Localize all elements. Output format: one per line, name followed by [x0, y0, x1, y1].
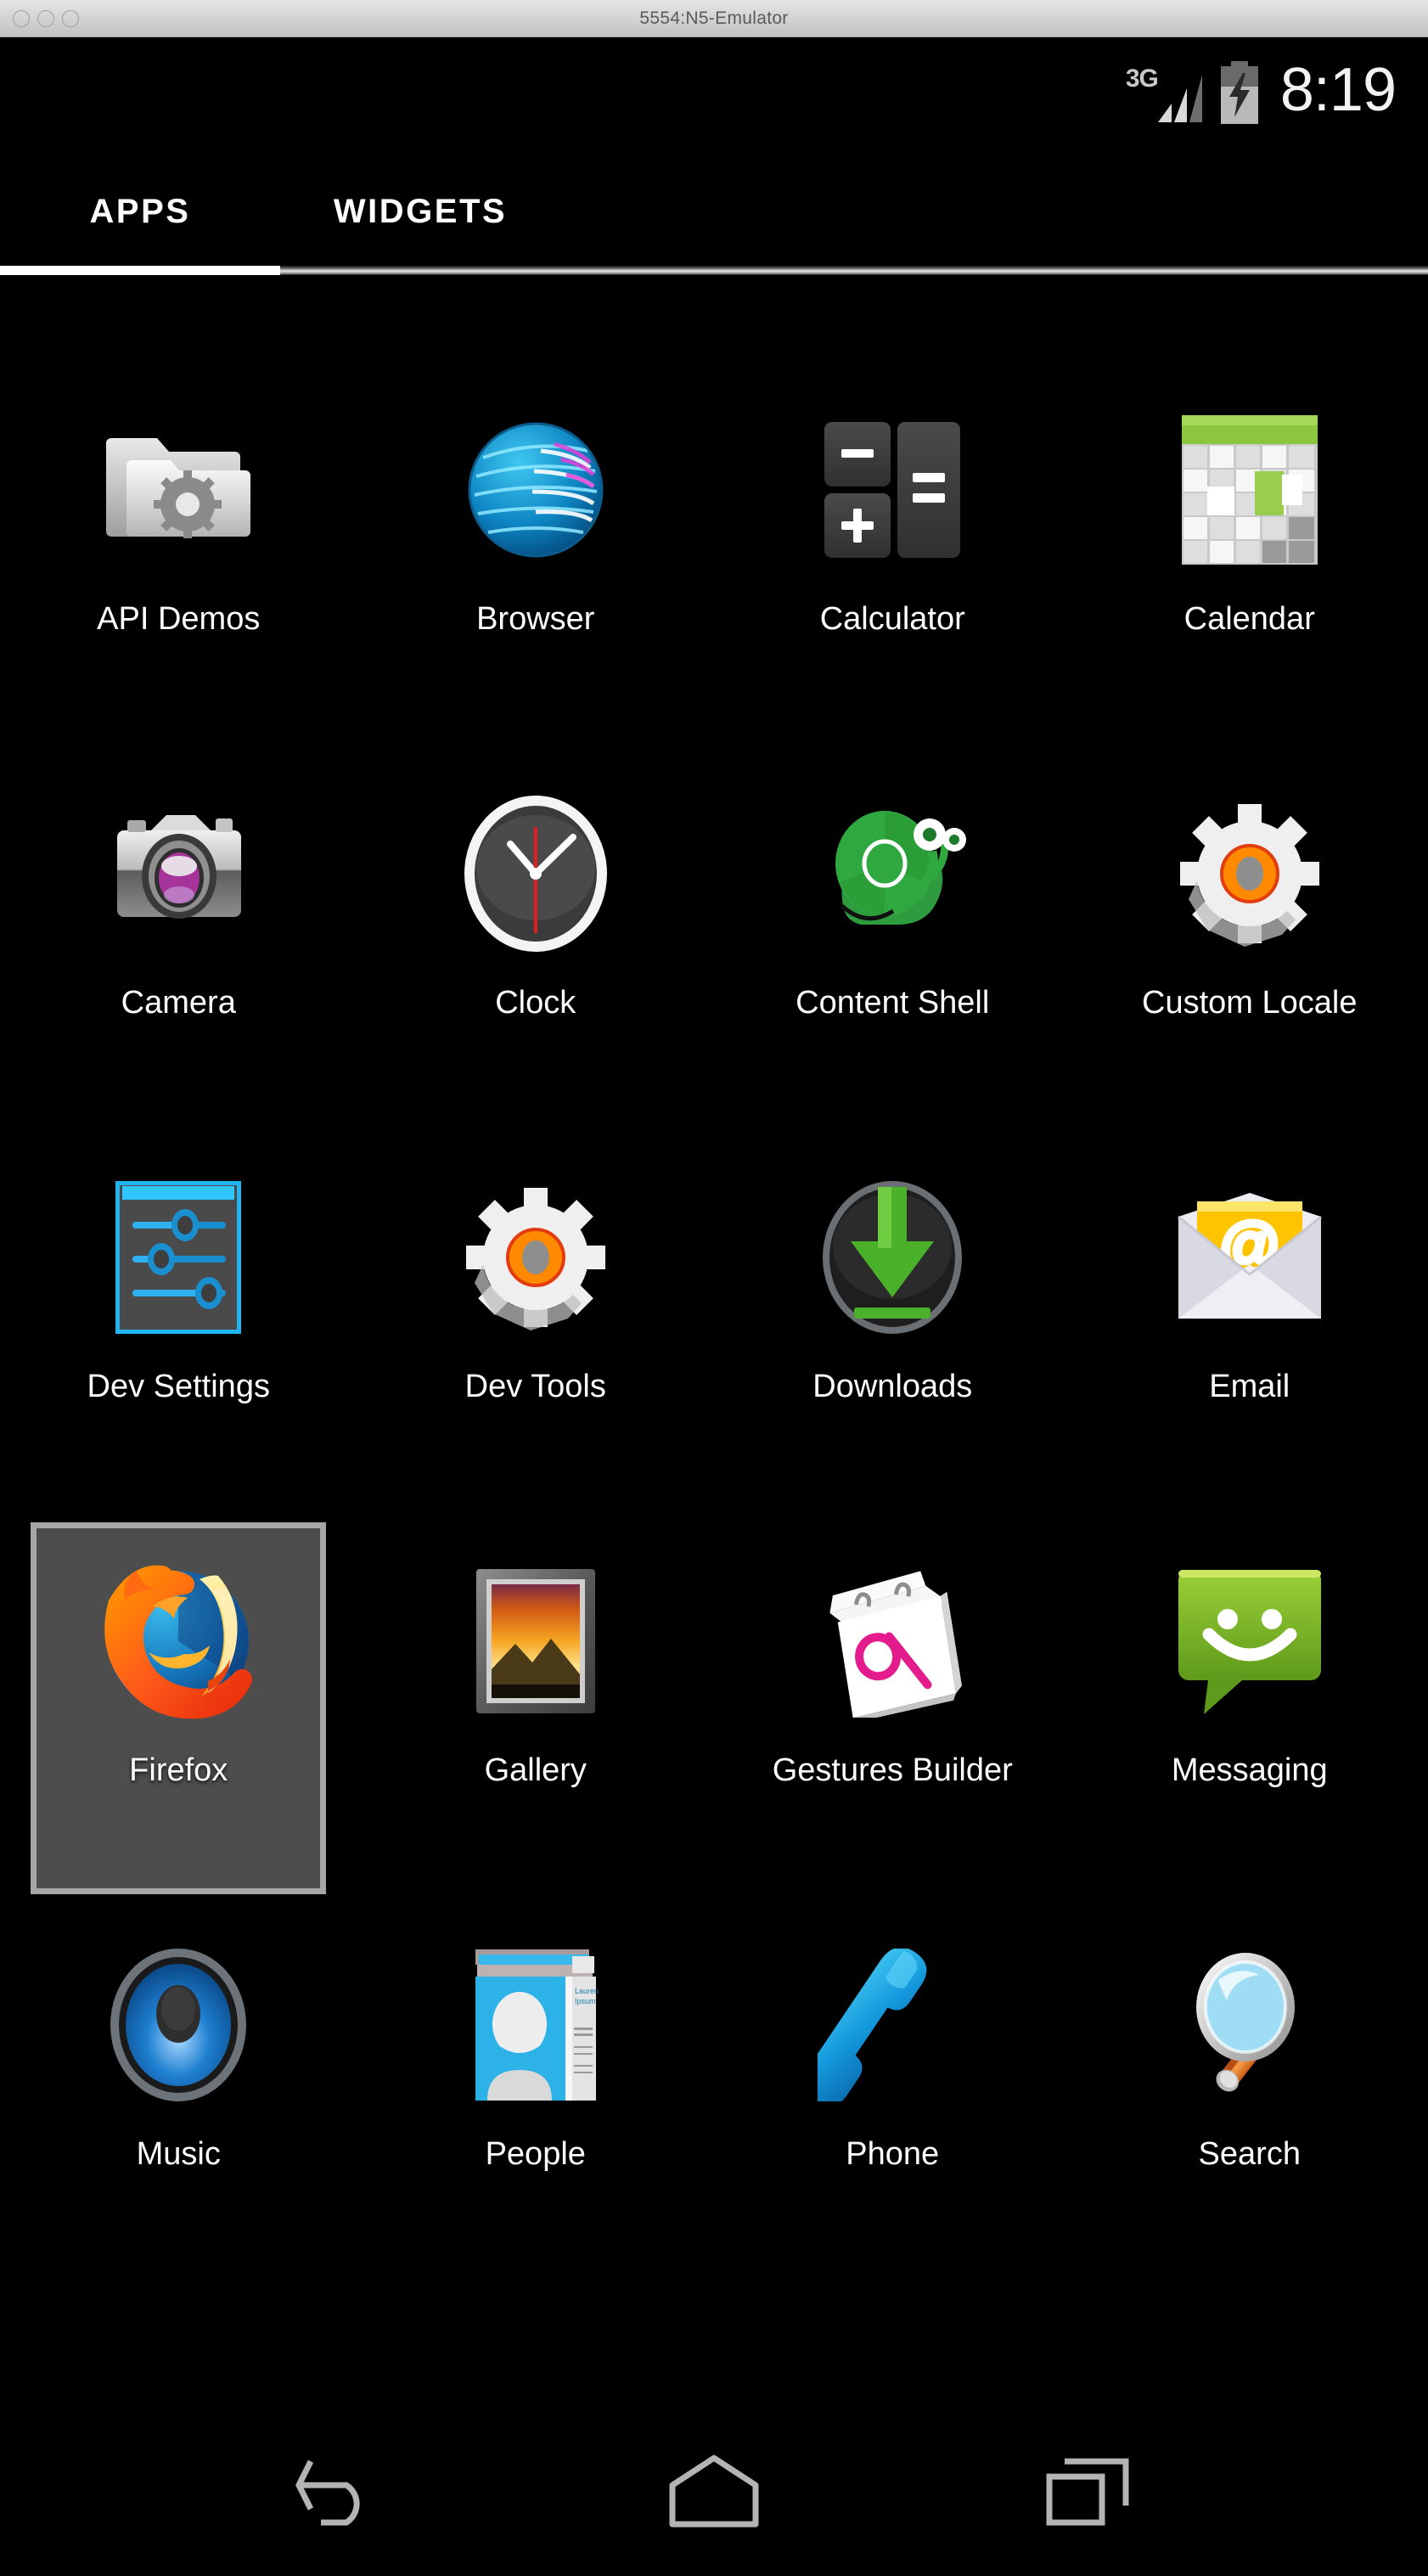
app-label: Clock: [495, 985, 576, 1021]
app-label: Gestures Builder: [772, 1752, 1013, 1788]
speech-bubble-smiley-icon: [1165, 1556, 1335, 1726]
app-cell-phone[interactable]: Phone: [714, 1916, 1071, 2300]
nav-recents-button[interactable]: [1012, 2444, 1165, 2538]
app-cell-calendar[interactable]: Calendar: [1071, 381, 1428, 765]
analog-clock-icon: [451, 789, 621, 959]
window-title: 5554:N5-Emulator: [639, 8, 789, 28]
handset-icon: [807, 1940, 977, 2110]
app-cell-messaging[interactable]: Messaging: [1071, 1533, 1428, 1916]
app-label: Custom Locale: [1142, 985, 1358, 1021]
calendar-grid-icon: [1165, 405, 1335, 575]
app-label: Browser: [476, 601, 595, 637]
app-cell-search[interactable]: Search: [1071, 1916, 1428, 2300]
network-type-label: 3G: [1125, 65, 1159, 93]
app-cell-custom-locale[interactable]: Custom Locale: [1071, 765, 1428, 1149]
app-label: Dev Tools: [464, 1369, 606, 1404]
window-titlebar: 5554:N5-Emulator: [0, 0, 1428, 37]
app-label: People: [485, 2136, 586, 2172]
magnifier-icon: [1165, 1940, 1335, 2110]
app-label: Content Shell: [796, 985, 990, 1021]
drawer-tabbar: APPS WIDGETS: [0, 148, 1428, 275]
app-cell-dev-tools[interactable]: Dev Tools: [357, 1149, 715, 1533]
app-label: Email: [1209, 1369, 1290, 1404]
calculator-keys-icon: [807, 405, 977, 575]
home-icon: [667, 2453, 761, 2529]
app-cell-dev-settings[interactable]: Dev Settings: [0, 1149, 357, 1533]
app-label: Camera: [121, 985, 236, 1021]
picture-frame-icon: [451, 1556, 621, 1726]
contact-name-line2: Ipsum: [575, 1997, 596, 2005]
app-cell-music[interactable]: Music: [0, 1916, 357, 2300]
battery-charging-icon: [1217, 61, 1262, 124]
firefox-icon: [93, 1556, 263, 1726]
app-label: Gallery: [484, 1752, 587, 1788]
app-cell-downloads[interactable]: Downloads: [714, 1149, 1071, 1533]
app-label: Music: [136, 2136, 221, 2172]
emulator-screen: 3G 8:19 APPS WIDGETS API Demos Browser C…: [0, 37, 1428, 2576]
gear-orange-icon: [451, 1173, 621, 1342]
app-cell-browser[interactable]: Browser: [357, 381, 715, 765]
app-cell-api-demos[interactable]: API Demos: [0, 381, 357, 765]
gear-orange-icon: [1165, 789, 1335, 959]
system-nav-bar: [0, 2406, 1428, 2576]
speaker-icon: [93, 1940, 263, 2110]
signal-bars-icon: [1157, 75, 1204, 122]
signal-indicator: 3G: [1126, 61, 1204, 124]
sliders-panel-icon: [93, 1173, 263, 1342]
app-cell-clock[interactable]: Clock: [357, 765, 715, 1149]
tab-active-indicator: [0, 266, 280, 275]
app-label: Calendar: [1183, 601, 1315, 637]
status-bar: 3G 8:19: [0, 37, 1428, 148]
contact-name-line1: Lauren: [575, 1987, 599, 1995]
app-cell-people[interactable]: Lauren Ipsum People: [357, 1916, 715, 2300]
contact-card-icon: Lauren Ipsum: [451, 1940, 621, 2110]
tab-widgets[interactable]: WIDGETS: [280, 148, 560, 275]
recents-icon: [1044, 2455, 1133, 2528]
app-label: Search: [1198, 2136, 1301, 2172]
app-label: API Demos: [97, 601, 261, 637]
app-label: Calculator: [819, 601, 965, 637]
globe-icon: [451, 405, 621, 575]
app-cell-email[interactable]: @ Email: [1071, 1149, 1428, 1533]
snail-icon: [807, 789, 977, 959]
app-label: Firefox: [129, 1752, 228, 1788]
app-label: Messaging: [1171, 1752, 1328, 1788]
app-cell-gestures-builder[interactable]: Gestures Builder: [714, 1533, 1071, 1916]
app-cell-gallery[interactable]: Gallery: [357, 1533, 715, 1916]
folder-gear-icon: [93, 405, 263, 575]
tab-apps[interactable]: APPS: [0, 148, 280, 275]
back-arrow-icon: [294, 2455, 385, 2528]
app-cell-calculator[interactable]: Calculator: [714, 381, 1071, 765]
notepad-gesture-icon: [807, 1556, 977, 1726]
app-label: Dev Settings: [87, 1369, 270, 1404]
apps-grid: API Demos Browser Calculator Calendar Ca…: [0, 381, 1428, 2300]
app-cell-firefox[interactable]: Firefox: [0, 1522, 357, 1916]
download-arrow-icon: [807, 1173, 977, 1342]
app-cell-content-shell[interactable]: Content Shell: [714, 765, 1071, 1149]
app-label: Phone: [846, 2136, 940, 2172]
nav-home-button[interactable]: [638, 2444, 790, 2538]
envelope-at-icon: @: [1165, 1173, 1335, 1342]
status-clock: 8:19: [1279, 56, 1397, 124]
nav-back-button[interactable]: [263, 2444, 416, 2538]
camera-icon: [93, 789, 263, 959]
app-cell-camera[interactable]: Camera: [0, 765, 357, 1149]
app-label: Downloads: [812, 1369, 973, 1404]
